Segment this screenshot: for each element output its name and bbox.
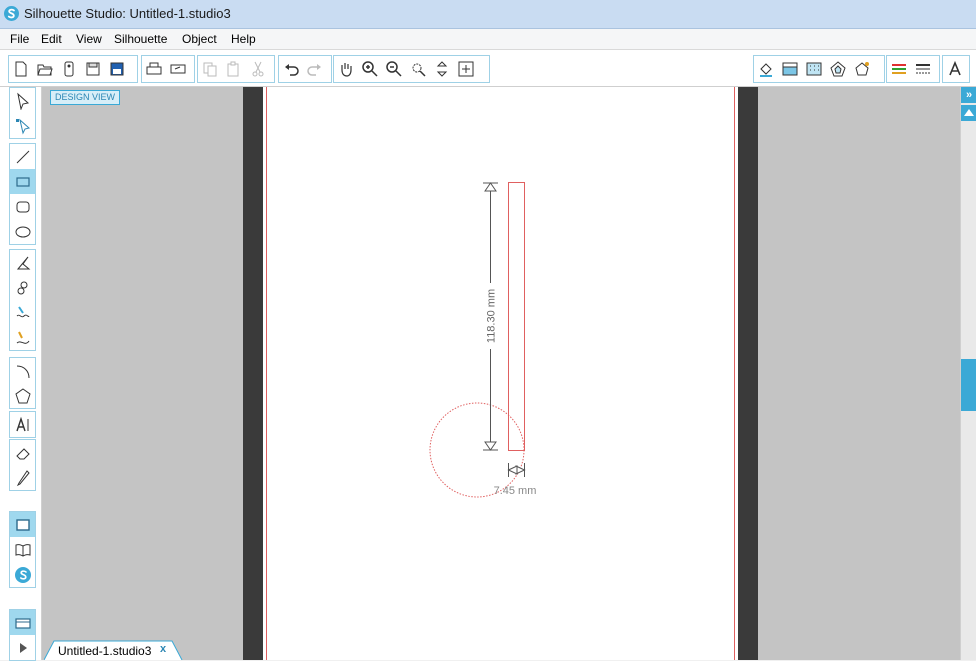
cut-icon[interactable] [246,57,270,81]
design-view-label: DESIGN VIEW [50,90,121,105]
freehand-tool-icon[interactable] [10,300,35,325]
point-edit-tool-icon[interactable] [10,113,35,138]
menu-help[interactable]: Help [231,32,256,46]
print-and-cut-icon[interactable] [166,57,190,81]
eraser-tool-icon[interactable] [10,440,35,465]
rounded-rectangle-tool-icon[interactable] [10,194,35,219]
selection-tool-group [9,87,36,139]
trace-icon[interactable] [850,57,874,81]
smooth-freehand-tool-icon[interactable] [10,325,35,350]
vertical-scrollbar[interactable]: » [960,87,976,660]
design-page-icon[interactable] [10,512,35,537]
gradient-fill-icon[interactable] [778,57,802,81]
drag-zoom-icon[interactable] [430,57,454,81]
view-toolbar-group [333,55,490,83]
curve-tool-icon[interactable] [10,275,35,300]
polygon-tool-icon[interactable] [10,250,35,275]
pan-hand-icon[interactable] [334,57,358,81]
zoom-in-icon[interactable] [358,57,382,81]
shape-tool-group [9,143,36,245]
send-tool-group [9,609,36,661]
pattern-fill-icon[interactable] [802,57,826,81]
zoom-out-icon[interactable] [382,57,406,81]
width-dimension: 7.45 mm [494,463,537,497]
text-toolbar-group [942,55,970,83]
copy-icon[interactable] [198,57,222,81]
tab-close-button[interactable]: x [160,643,166,655]
arc-tool-icon[interactable] [10,358,35,383]
menu-bar: File Edit View Silhouette Object Help [0,29,976,50]
offset-icon[interactable] [826,57,850,81]
text-tool-group [9,411,36,438]
height-dimension: 118.30 mm [483,182,498,451]
line-tool-icon[interactable] [10,144,35,169]
menu-edit[interactable]: Edit [41,32,62,46]
select-tool-icon[interactable] [10,88,35,113]
play-icon[interactable] [10,635,35,660]
fill-toolbar-group [753,55,885,83]
mat-border-left [243,87,263,660]
menu-object[interactable]: Object [182,32,217,46]
tab-label: Untitled-1.studio3 [58,644,152,658]
regular-polygon-tool-icon[interactable] [10,383,35,408]
text-tool-icon[interactable] [10,412,35,437]
menu-silhouette[interactable]: Silhouette [114,32,167,46]
erase-tool-group [9,439,36,491]
line-color-icon[interactable] [887,57,911,81]
panel-tool-group [9,511,36,588]
print-icon[interactable] [142,57,166,81]
scroll-thumb[interactable] [961,359,976,411]
clipboard-toolbar-group [197,55,275,83]
design-canvas[interactable]: DESIGN VIEW 118.30 mm 7.45 mm [42,87,960,660]
title-bar: Silhouette Studio: Untitled-1.studio3 [0,0,976,29]
knife-tool-icon[interactable] [10,465,35,490]
print-toolbar-group [141,55,195,83]
silhouette-logo-icon [4,6,19,21]
zoom-select-icon[interactable] [406,57,430,81]
text-style-icon[interactable] [943,57,967,81]
new-document-icon[interactable] [9,57,33,81]
arc-tool-group [9,357,36,409]
width-dimension-label: 7.45 mm [494,485,537,497]
panel-expand-button[interactable]: » [961,87,976,103]
left-tool-panel [0,87,42,661]
main-toolbar [0,50,976,87]
save-to-library-icon[interactable] [105,57,129,81]
open-library-icon[interactable] [57,57,81,81]
fill-color-icon[interactable] [754,57,778,81]
undo-icon[interactable] [279,57,303,81]
drawing-tool-group [9,249,36,351]
save-icon[interactable] [81,57,105,81]
mat-border-right [738,87,758,660]
height-dimension-label: 118.30 mm [486,289,498,343]
window-title: Silhouette Studio: Untitled-1.studio3 [24,6,231,21]
send-to-silhouette-icon[interactable] [10,610,35,635]
fit-to-page-icon[interactable] [454,57,478,81]
drawing-layer: 118.30 mm 7.45 mm [429,182,537,498]
history-toolbar-group [278,55,332,83]
line-style-icon[interactable] [911,57,935,81]
line-toolbar-group [886,55,940,83]
design-page[interactable]: 118.30 mm 7.45 mm [263,87,738,660]
redo-icon[interactable] [303,57,327,81]
library-icon[interactable] [10,537,35,562]
silhouette-store-icon[interactable] [10,562,35,587]
open-icon[interactable] [33,57,57,81]
scroll-up-arrow-icon[interactable] [961,105,976,121]
rectangle-tool-icon[interactable] [10,169,35,194]
ellipse-tool-icon[interactable] [10,219,35,244]
paste-icon[interactable] [222,57,246,81]
menu-view[interactable]: View [76,32,102,46]
rectangle-shape[interactable] [508,182,525,451]
menu-file[interactable]: File [10,32,29,46]
file-toolbar-group [8,55,138,83]
